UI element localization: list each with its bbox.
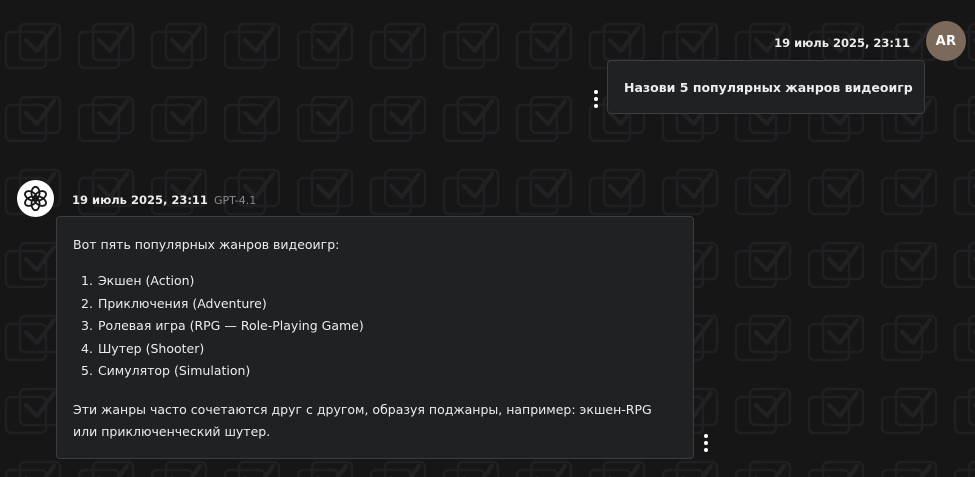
assistant-message-menu-icon[interactable] bbox=[701, 433, 711, 453]
user-message-bubble: Назови 5 популярных жанров видеоигр bbox=[607, 60, 925, 114]
assistant-model-label: GPT-4.1 bbox=[213, 194, 257, 207]
genre-list: 1. Экшен (Action) 2. Приключения (Adventur… bbox=[73, 270, 677, 383]
assistant-message-meta: 19 июль 2025, 23:11 GPT-4.1 bbox=[72, 193, 256, 207]
list-item: 5. Симулятор (Simulation) bbox=[81, 363, 251, 378]
user-avatar[interactable]: AR bbox=[926, 21, 966, 61]
list-item: 3. Ролевая игра (RPG — Role-Playing Game) bbox=[81, 318, 364, 333]
list-item: 2. Приключения (Adventure) bbox=[81, 295, 267, 311]
assistant-message-bubble: Вот пять популярных жанров видеоигр: 1. Э… bbox=[56, 216, 694, 459]
user-message-text: Назови 5 популярных жанров видеоигр bbox=[624, 79, 913, 95]
list-item: 4. Шутер (Shooter) bbox=[81, 340, 205, 356]
user-message-timestamp: 19 июль 2025, 23:11 bbox=[774, 36, 910, 50]
openai-logo-icon bbox=[17, 180, 54, 217]
list-item: 1. Экшен (Action) bbox=[81, 273, 195, 288]
user-message-menu-icon[interactable] bbox=[591, 89, 601, 109]
assistant-intro-text: Вот пять популярных жанров видеоигр: bbox=[73, 237, 340, 252]
chat-thread: AR 19 июль 2025, 23:11 Назови 5 популярн… bbox=[0, 0, 975, 477]
assistant-message-timestamp: 19 июль 2025, 23:11 bbox=[72, 193, 208, 207]
assistant-outro-text: Эти жанры часто сочетаются друг с другом… bbox=[73, 401, 652, 440]
